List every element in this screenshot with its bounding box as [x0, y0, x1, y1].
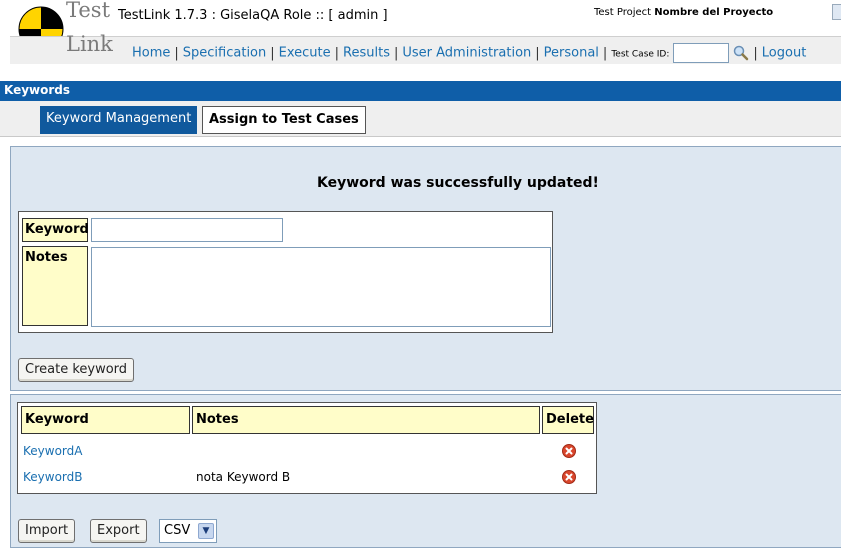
- notes-textarea[interactable]: [91, 247, 551, 327]
- nav-separator: |: [393, 45, 399, 61]
- nav-separator: |: [174, 45, 179, 61]
- search-icon[interactable]: [733, 45, 749, 61]
- nav-personal[interactable]: Personal: [544, 46, 599, 61]
- logo-text-test: Test: [66, 0, 111, 22]
- keyword-table: Keyword Notes Delete KeywordA KeywordB n…: [17, 402, 597, 494]
- nav-separator: |: [602, 45, 608, 61]
- app-title: TestLink 1.7.3 : GiselaQA Role :: [ admi…: [118, 8, 388, 23]
- test-project-select[interactable]: [832, 4, 841, 20]
- nav-execute[interactable]: Execute: [279, 46, 331, 61]
- delete-icon[interactable]: [562, 470, 576, 484]
- delete-icon[interactable]: [562, 444, 576, 458]
- test-project-caption: Test Project: [594, 7, 652, 18]
- export-format-value: CSV: [164, 523, 191, 538]
- keyword-link[interactable]: KeywordA: [23, 444, 82, 458]
- chevron-down-icon[interactable]: ▼: [198, 523, 214, 539]
- keyword-notes: nota Keyword B: [196, 470, 291, 484]
- keyword-list-panel: Keyword Notes Delete KeywordA KeywordB n…: [10, 394, 841, 548]
- export-button[interactable]: Export: [90, 519, 147, 543]
- tab-assign-to-test-cases[interactable]: Assign to Test Cases: [202, 106, 366, 134]
- export-format-select[interactable]: CSV ▼: [159, 519, 217, 543]
- tab-bar: Keyword Management Assign to Test Cases: [0, 101, 841, 137]
- nav-separator: |: [753, 45, 758, 61]
- column-header-delete: Delete: [542, 406, 594, 434]
- nav-links: Home | Specification | Execute | Results | User …: [132, 43, 806, 63]
- create-keyword-button[interactable]: Create keyword: [18, 358, 135, 382]
- keyword-form-panel: Keyword was successfully updated! Keywor…: [10, 146, 841, 391]
- keyword-label: Keyword: [22, 218, 89, 242]
- test-project-name: Nombre del Proyecto: [654, 7, 774, 18]
- nav-home[interactable]: Home: [132, 46, 170, 61]
- nav-user-administration[interactable]: User Administration: [402, 46, 531, 61]
- nav-separator: |: [270, 45, 275, 61]
- test-case-id-label: Test Case ID:: [611, 49, 670, 60]
- nav-bar: Home | Specification | Execute | Results | User …: [10, 36, 841, 64]
- nav-specification[interactable]: Specification: [183, 46, 266, 61]
- import-button[interactable]: Import: [18, 519, 76, 543]
- page-title: Keywords: [0, 81, 841, 101]
- test-case-id-input[interactable]: [673, 43, 730, 63]
- nav-separator: |: [535, 45, 540, 61]
- tab-keyword-management[interactable]: Keyword Management: [40, 106, 198, 134]
- success-message: Keyword was successfully updated!: [317, 175, 599, 191]
- logo-text-link: Link: [66, 32, 113, 56]
- keyword-form: Keyword Notes: [18, 211, 553, 333]
- nav-logout[interactable]: Logout: [762, 46, 807, 61]
- keyword-link[interactable]: KeywordB: [23, 470, 82, 484]
- keyword-input[interactable]: [91, 218, 283, 242]
- column-header-notes: Notes: [192, 406, 540, 434]
- nav-results[interactable]: Results: [343, 46, 390, 61]
- notes-label: Notes: [22, 246, 88, 326]
- test-project-label: Test Project Nombre del Proyecto: [594, 7, 773, 18]
- header: Test TestLink 1.7.3 : GiselaQA Role :: […: [0, 0, 841, 66]
- nav-separator: |: [334, 45, 340, 61]
- column-header-keyword: Keyword: [21, 406, 190, 434]
